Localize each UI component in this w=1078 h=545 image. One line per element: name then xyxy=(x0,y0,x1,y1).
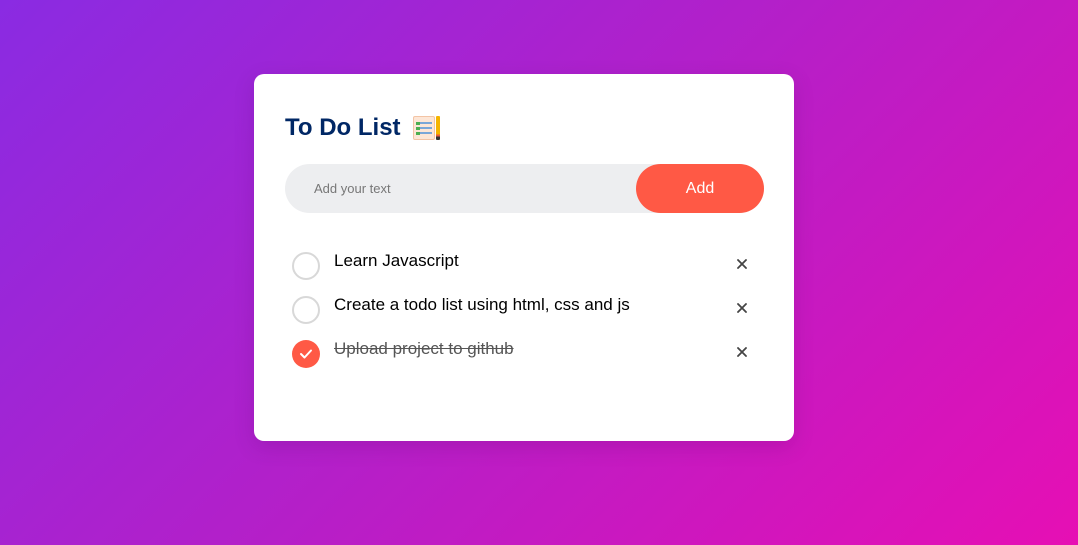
unchecked-circle-icon[interactable] xyxy=(292,296,320,324)
page-title: To Do List xyxy=(285,114,401,141)
task-input[interactable] xyxy=(285,164,636,213)
add-task-form: Add xyxy=(285,164,764,213)
add-button[interactable]: Add xyxy=(636,164,764,213)
task-item[interactable]: Learn Javascript xyxy=(285,244,764,288)
close-icon[interactable] xyxy=(730,340,754,364)
checklist-notepad-icon xyxy=(411,114,441,142)
task-text: Create a todo list using html, css and j… xyxy=(334,295,630,314)
task-item[interactable]: Create a todo list using html, css and j… xyxy=(285,288,764,332)
task-text: Learn Javascript xyxy=(334,251,459,270)
close-icon[interactable] xyxy=(730,252,754,276)
task-item-completed[interactable]: Upload project to github xyxy=(285,332,764,376)
task-list: Learn Javascript Create a todo list usin… xyxy=(285,244,764,376)
close-icon[interactable] xyxy=(730,296,754,320)
unchecked-circle-icon[interactable] xyxy=(292,252,320,280)
todo-card: To Do List Add Learn Javascript Create a… xyxy=(254,74,794,441)
task-text: Upload project to github xyxy=(334,339,514,358)
title-row: To Do List xyxy=(285,114,441,142)
checkmark-icon[interactable] xyxy=(292,340,320,368)
